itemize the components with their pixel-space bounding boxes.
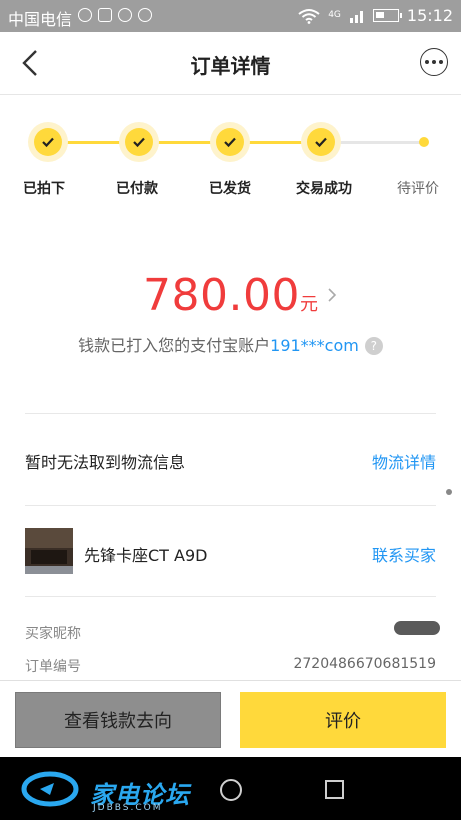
order-number-row: 订单编号 2720486670681519 [25,656,436,676]
forum-logo-icon [21,771,79,807]
logistics-detail-link[interactable]: 物流详情 [372,449,436,473]
wechat-notification-icon [78,8,92,22]
carrier-name: 中国电信 [8,10,73,29]
clock: 15:12 [406,6,453,25]
step-done-icon [119,122,159,162]
buyer-nickname-redacted [394,621,440,635]
step-done-icon [28,122,68,162]
divider [25,413,436,414]
divider [25,596,436,597]
step-label: 已付款 [116,181,158,197]
watermark-subtext: JDBBS.COM [93,803,163,813]
image-notification-icon [98,8,112,22]
product-row: 先锋卡座CT A9D 联系买家 [0,506,461,596]
progress-line-pending [328,141,424,144]
step-pending-icon [419,137,429,147]
progress-line-done [48,141,328,144]
help-icon[interactable]: ? [364,337,383,355]
step-label: 待评价 [397,181,439,197]
alipay-account: 191***com [270,336,359,355]
wifi-icon [298,8,320,24]
amount-value: 780.00 [143,270,300,321]
amount-unit: 元 [299,294,318,315]
order-number-value: 2720486670681519 [293,656,436,672]
check-funds-button[interactable]: 查看钱款去向 [15,692,221,748]
logistics-status: 暂时无法取到物流信息 [25,453,186,472]
order-progress: 已拍下 已付款 已发货 交易成功 待评价 [0,94,461,214]
scroll-indicator [446,489,452,495]
product-thumbnail[interactable] [25,528,73,574]
app-notification-icon [138,8,152,22]
step-done-icon [210,122,250,162]
logistics-row: 暂时无法取到物流信息 物流详情 [0,415,461,505]
payment-amount[interactable]: 780.00元 [0,270,461,321]
product-name[interactable]: 先锋卡座CT A9D [84,542,207,566]
more-options-icon[interactable] [420,48,448,76]
network-type: 4G [328,10,341,20]
step-label: 已拍下 [23,181,65,197]
order-number-label: 订单编号 [25,659,81,675]
signal-icon [349,10,363,23]
step-label: 已发货 [209,181,251,197]
buyer-nickname-label: 买家昵称 [25,626,81,642]
step-label: 交易成功 [296,181,352,197]
contact-buyer-link[interactable]: 联系买家 [372,542,436,566]
rate-button[interactable]: 评价 [240,692,446,748]
status-bar: 中国电信 4G 15:12 [0,0,461,32]
system-nav-bar: 家电论坛 JDBBS.COM [0,757,461,820]
blocked-notification-icon [118,8,132,22]
forum-watermark: 家电论坛 JDBBS.COM [20,765,190,813]
payment-note-text: 钱款已打入您的支付宝账户 [78,336,271,355]
battery-icon [372,9,402,22]
chevron-right-icon[interactable] [326,288,338,302]
action-bar: 查看钱款去向 评价 [0,680,461,758]
buyer-nickname-row: 买家昵称 [25,621,440,643]
home-icon[interactable] [220,779,242,801]
page-title: 订单详情 [190,54,271,78]
step-done-icon [301,122,341,162]
payment-note: 钱款已打入您的支付宝账户191***com? [0,332,461,356]
notification-icons [78,8,152,22]
app-header: 订单详情 [0,32,461,95]
recent-apps-icon[interactable] [325,780,344,799]
